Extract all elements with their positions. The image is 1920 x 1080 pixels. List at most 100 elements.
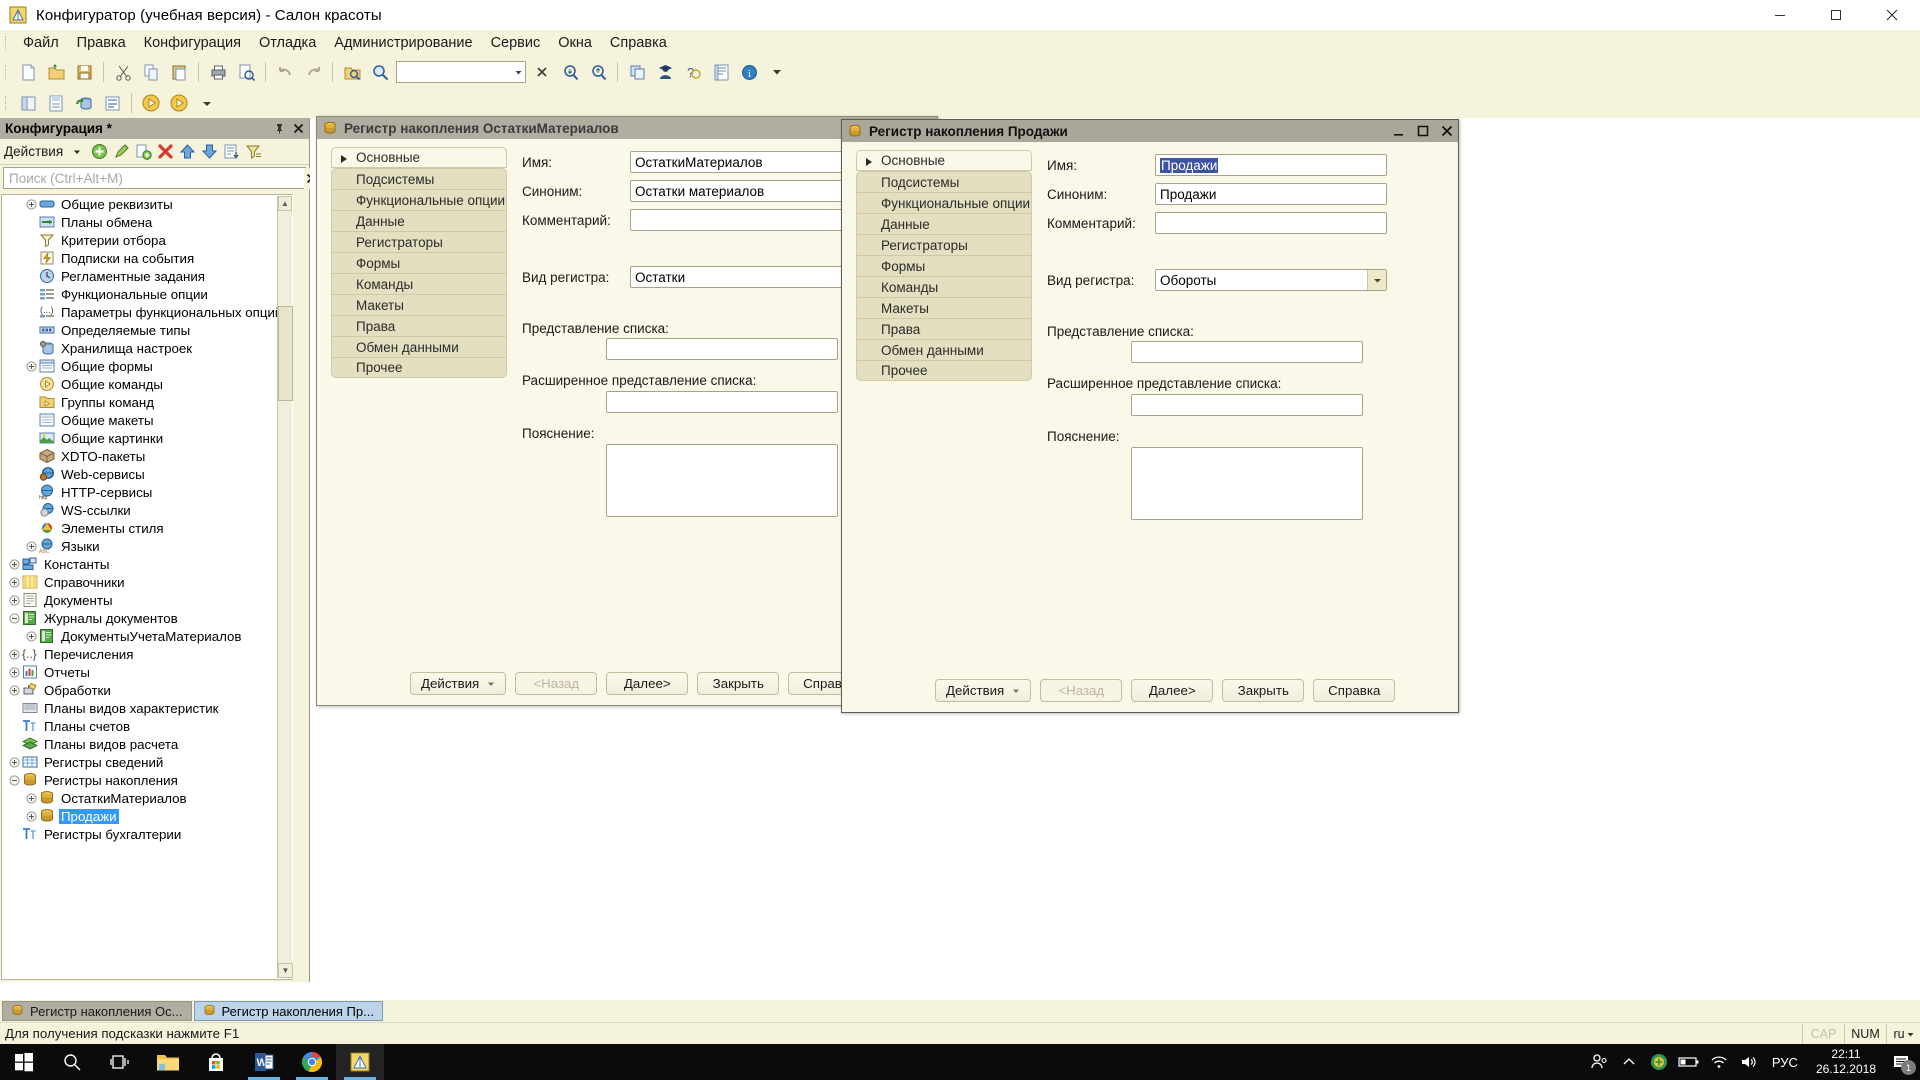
tree-item-16[interactable]: http HTTP-сервисы: [2, 483, 293, 501]
search-icon[interactable]: [367, 59, 393, 85]
chevron-down-icon[interactable]: [511, 62, 525, 82]
redo-icon[interactable]: [300, 59, 326, 85]
window-copy-icon[interactable]: [624, 59, 650, 85]
tray-language[interactable]: РУС: [1764, 1055, 1806, 1070]
expand-node-icon[interactable]: [23, 808, 39, 824]
toolbar-overflow-icon[interactable]: [764, 59, 790, 85]
clear-search-icon[interactable]: [529, 59, 555, 85]
tree-item-26[interactable]: Отчеты: [2, 663, 293, 681]
chevron-down-icon[interactable]: [67, 142, 87, 162]
ostatki-nav-item-3[interactable]: Данные: [331, 210, 507, 231]
tree-item-14[interactable]: XDTO-пакеты: [2, 447, 293, 465]
tree-item-27[interactable]: Обработки: [2, 681, 293, 699]
ostatki-nav-item-5[interactable]: Формы: [331, 252, 507, 273]
volume-icon[interactable]: [1734, 1044, 1764, 1080]
register-kind-select[interactable]: Остатки: [630, 266, 862, 288]
help-button[interactable]: Справка: [1313, 679, 1396, 702]
edit-icon[interactable]: [111, 142, 131, 162]
name-input[interactable]: Продажи: [1155, 154, 1387, 176]
maximize-icon[interactable]: [1808, 0, 1864, 30]
synonym-input[interactable]: Остатки материалов: [630, 180, 862, 202]
collapse-node-icon[interactable]: [6, 772, 22, 788]
tree-item-35[interactable]: Регистры бухгалтерии: [2, 825, 293, 843]
syntax-helper-icon[interactable]: [708, 59, 734, 85]
tree-item-28[interactable]: Планы видов характеристик: [2, 699, 293, 717]
explanation-textarea[interactable]: [1131, 447, 1363, 520]
filter-icon[interactable]: [243, 142, 263, 162]
tree-item-9[interactable]: Общие формы: [2, 357, 293, 375]
save-icon[interactable]: [71, 59, 97, 85]
paste-icon[interactable]: [166, 59, 192, 85]
next-button[interactable]: Далее>: [1131, 679, 1214, 702]
back-button[interactable]: <Назад: [515, 672, 598, 695]
tree-item-34[interactable]: Продажи: [2, 807, 293, 825]
tree-scrollbar[interactable]: ▲ ▼: [277, 196, 293, 978]
ostatki-nav-item-7[interactable]: Макеты: [331, 294, 507, 315]
name-input[interactable]: ОстаткиМатериалов: [630, 151, 862, 173]
close-button[interactable]: Закрыть: [697, 672, 780, 695]
microsoft-store-button[interactable]: [192, 1044, 240, 1080]
prodazhi-nav-item-8[interactable]: Права: [856, 318, 1032, 339]
expand-node-icon[interactable]: [23, 196, 39, 212]
tree-item-1[interactable]: Планы обмена: [2, 213, 293, 231]
ostatki-nav-item-6[interactable]: Команды: [331, 273, 507, 294]
toolbar-grip[interactable]: [3, 94, 11, 112]
ostatki-nav-item-0[interactable]: Основные: [331, 147, 507, 168]
start-client-icon[interactable]: [166, 90, 192, 116]
tree-item-4[interactable]: Регламентные задания: [2, 267, 293, 285]
prodazhi-nav-item-7[interactable]: Макеты: [856, 297, 1032, 318]
prodazhi-nav-item-2[interactable]: Функциональные опции: [856, 192, 1032, 213]
move-up-icon[interactable]: [177, 142, 197, 162]
prodazhi-nav-item-9[interactable]: Обмен данными: [856, 339, 1032, 360]
register-kind-select[interactable]: Обороты: [1155, 269, 1387, 291]
tree-item-13[interactable]: Общие картинки: [2, 429, 293, 447]
config-support-icon[interactable]: [99, 90, 125, 116]
close-icon[interactable]: [1864, 0, 1920, 30]
expand-node-icon[interactable]: [23, 538, 39, 554]
dialog-titlebar[interactable]: Регистр накопления Продажи: [842, 120, 1458, 142]
tree-item-19[interactable]: ABC Языки: [2, 537, 293, 555]
battery-icon[interactable]: [1674, 1044, 1704, 1080]
prodazhi-nav-item-1[interactable]: Подсистемы: [856, 171, 1032, 192]
chevron-down-icon[interactable]: [1907, 1027, 1914, 1041]
print-preview-icon[interactable]: [233, 59, 259, 85]
tree-item-12[interactable]: Общие макеты: [2, 411, 293, 429]
extended-list-presentation-input[interactable]: [606, 391, 838, 413]
menu-administration[interactable]: Администрирование: [325, 32, 481, 54]
tree-item-6[interactable]: (...) Параметры функциональных опций: [2, 303, 293, 321]
undo-icon[interactable]: [272, 59, 298, 85]
window-tab-1[interactable]: Регистр накопления Пр...: [193, 1001, 383, 1021]
close-icon[interactable]: [1440, 123, 1454, 139]
tree-item-23[interactable]: Журналы документов: [2, 609, 293, 627]
new-document-icon[interactable]: [15, 59, 41, 85]
pin-icon[interactable]: [271, 120, 287, 136]
tree-item-15[interactable]: Web-сервисы: [2, 465, 293, 483]
search-input[interactable]: Поиск (Ctrl+Alt+M): [3, 167, 318, 189]
expand-node-icon[interactable]: [23, 358, 39, 374]
prodazhi-nav-item-10[interactable]: Прочее: [856, 360, 1032, 381]
menu-service[interactable]: Сервис: [482, 32, 550, 54]
start-button[interactable]: [0, 1044, 48, 1080]
file-explorer-button[interactable]: [144, 1044, 192, 1080]
tree-item-29[interactable]: Планы счетов: [2, 717, 293, 735]
minimize-icon[interactable]: [1752, 0, 1808, 30]
menu-edit[interactable]: Правка: [68, 32, 135, 54]
search-button[interactable]: [48, 1044, 96, 1080]
prodazhi-nav-item-5[interactable]: Формы: [856, 255, 1032, 276]
sort-icon[interactable]: [221, 142, 241, 162]
scroll-up-button[interactable]: ▲: [278, 196, 292, 211]
prodazhi-nav-item-0[interactable]: Основные: [856, 150, 1032, 171]
action-center-icon[interactable]: 1: [1886, 1044, 1916, 1080]
search-combo[interactable]: [396, 61, 526, 83]
toolbar-grip[interactable]: [3, 34, 11, 52]
actions-button[interactable]: Действия: [410, 672, 507, 695]
delete-icon[interactable]: [155, 142, 175, 162]
comment-input[interactable]: [1155, 212, 1387, 234]
menu-help[interactable]: Справка: [601, 32, 676, 54]
chevron-down-icon[interactable]: [1012, 683, 1020, 698]
explanation-textarea[interactable]: [606, 444, 838, 517]
ostatki-nav-item-10[interactable]: Прочее: [331, 357, 507, 378]
list-presentation-input[interactable]: [1131, 341, 1363, 363]
config-save-icon[interactable]: [43, 90, 69, 116]
toolbar-grip[interactable]: [3, 63, 11, 81]
